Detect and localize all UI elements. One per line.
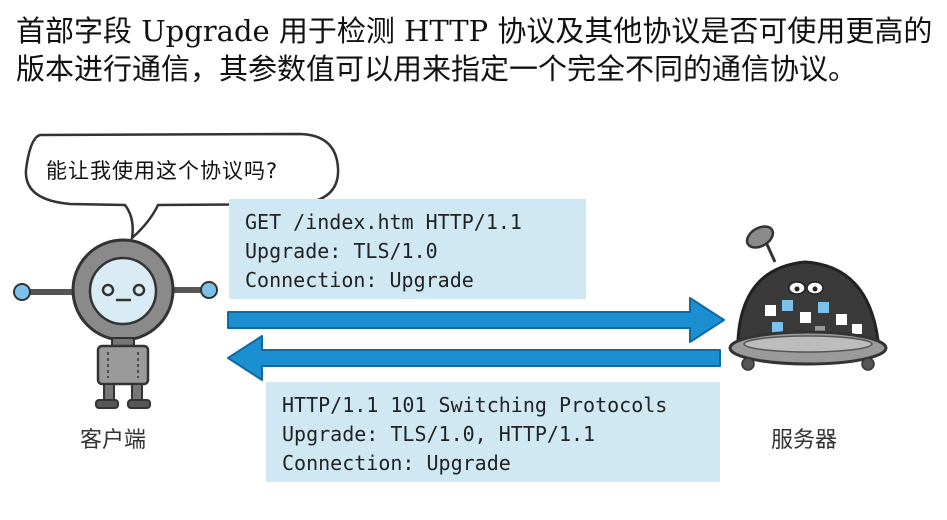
response-status-line: HTTP/1.1 101 Switching Protocols: [282, 393, 668, 417]
request-connection-header: Connection: Upgrade: [245, 268, 474, 292]
speech-bubble-text: 能让我使用这个协议吗?: [46, 159, 279, 183]
request-line: GET /index.htm HTTP/1.1: [245, 210, 522, 234]
response-upgrade-header: Upgrade: TLS/1.0, HTTP/1.1: [282, 422, 596, 446]
request-header-box: GET /index.htm HTTP/1.1 Upgrade: TLS/1.0…: [229, 199, 586, 299]
client-label: 客户端: [80, 428, 147, 453]
server-label: 服务器: [771, 428, 838, 453]
response-connection-header: Connection: Upgrade: [282, 451, 511, 475]
response-header-box: HTTP/1.1 101 Switching Protocols Upgrade…: [266, 382, 720, 482]
request-upgrade-header: Upgrade: TLS/1.0: [245, 239, 438, 263]
response-arrow: [227, 335, 721, 381]
server-robot-icon: [728, 225, 888, 371]
request-arrow: [227, 297, 725, 343]
client-robot-icon: [13, 238, 218, 409]
